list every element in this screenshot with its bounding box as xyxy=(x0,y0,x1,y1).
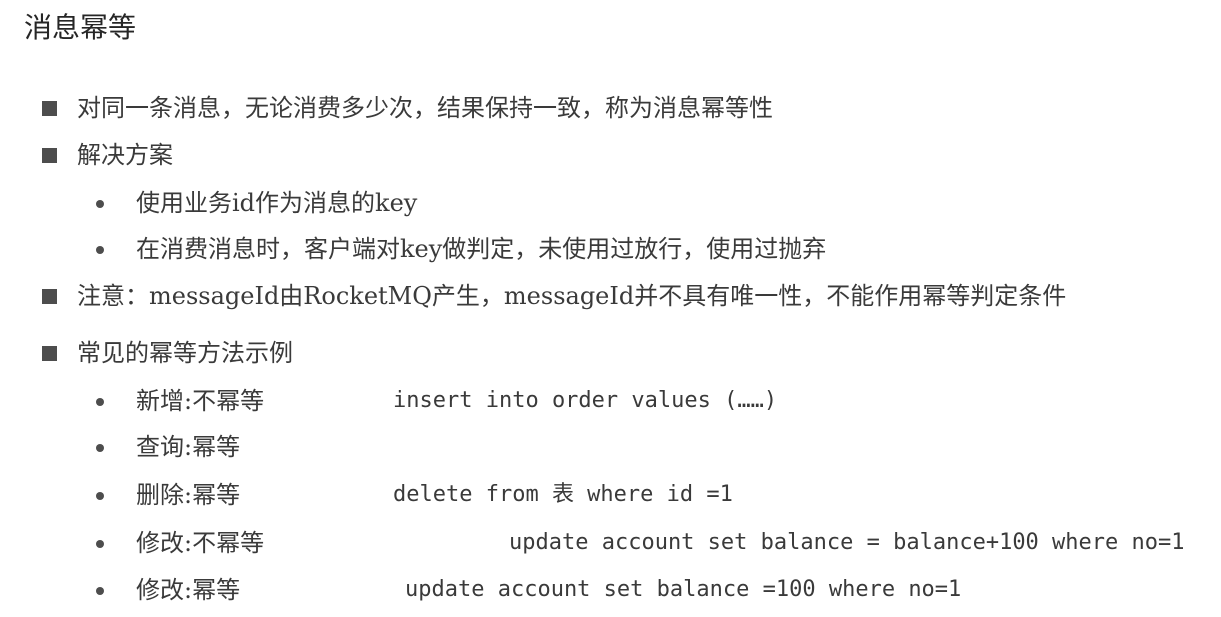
example-code: update account set balance =100 where no… xyxy=(405,577,962,602)
example-label: 修改:幂等 xyxy=(136,576,241,604)
square-bullet-icon xyxy=(42,346,57,361)
bullet-solution: 解决方案 xyxy=(77,141,173,169)
example-label: 删除:幂等 xyxy=(136,481,241,509)
dot-bullet-icon xyxy=(96,246,104,254)
sub-bullet-check-key: 在消费消息时，客户端对key做判定，未使用过放行，使用过抛弃 xyxy=(136,235,827,263)
example-label: 查询:幂等 xyxy=(136,433,241,461)
example-code: update account set balance = balance+100… xyxy=(509,530,1185,555)
dot-bullet-icon xyxy=(96,540,104,548)
dot-bullet-icon xyxy=(96,200,104,208)
example-code: insert into order values (……) xyxy=(393,388,778,413)
dot-bullet-icon xyxy=(96,444,104,452)
example-code: delete from 表 where id =1 xyxy=(393,482,733,507)
bullet-note-messageid: 注意：messageId由RocketMQ产生，messageId并不具有唯一性… xyxy=(77,282,1067,310)
bullet-idempotency-definition: 对同一条消息，无论消费多少次，结果保持一致，称为消息幂等性 xyxy=(77,94,773,122)
sub-bullet-use-business-id: 使用业务id作为消息的key xyxy=(136,189,418,217)
dot-bullet-icon xyxy=(96,398,104,406)
dot-bullet-icon xyxy=(96,587,104,595)
square-bullet-icon xyxy=(42,101,57,116)
example-label: 新增:不幂等 xyxy=(136,387,265,415)
slide-title: 消息幂等 xyxy=(24,11,137,44)
square-bullet-icon xyxy=(42,148,57,163)
square-bullet-icon xyxy=(42,289,57,304)
example-label: 修改:不幂等 xyxy=(136,529,265,557)
bullet-common-examples: 常见的幂等方法示例 xyxy=(77,339,293,367)
dot-bullet-icon xyxy=(96,492,104,500)
